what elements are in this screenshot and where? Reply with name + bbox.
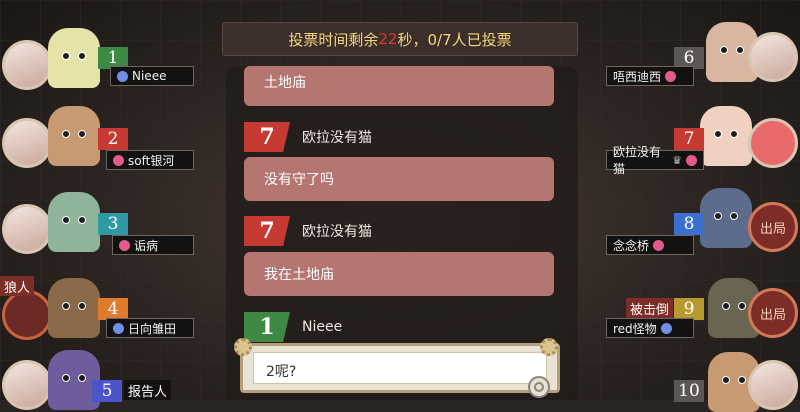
seat-number: 9: [674, 298, 704, 320]
reporter-tag: 报告人: [124, 380, 172, 400]
chat-seat-number: 7: [244, 216, 290, 246]
avatar[interactable]: [2, 290, 52, 340]
chat-sender-name: Nieee: [302, 319, 343, 335]
chat-seat-number: 7: [244, 122, 290, 152]
seat-number: 7: [674, 128, 704, 150]
gear-ornament-icon: [234, 338, 252, 356]
player-name-bar: 唔西迪西: [606, 66, 694, 86]
seat-number: 5: [92, 380, 122, 402]
male-icon: [113, 322, 124, 334]
character-sprite: [48, 106, 100, 166]
chat-message-header: 7 欧拉没有猫: [244, 216, 372, 246]
out-badge: 出局: [748, 202, 798, 252]
player-name: soft银河: [128, 153, 175, 168]
avatar[interactable]: [2, 360, 52, 410]
female-icon: [653, 239, 665, 251]
emoji-wheel-icon[interactable]: [528, 376, 550, 398]
seat-number: 8: [674, 213, 704, 235]
player-name: 唔西迪西: [613, 69, 662, 84]
avatar[interactable]: [748, 360, 798, 410]
chat-text: 没有守了吗: [264, 172, 334, 188]
male-icon: [117, 70, 128, 82]
female-icon: [119, 239, 130, 251]
role-tag: 狼人: [0, 276, 35, 296]
avatar[interactable]: [2, 204, 52, 254]
chat-sender-name: 欧拉没有猫: [302, 130, 372, 146]
chat-seat-number: 1: [244, 312, 290, 342]
chat-message-header: 1 Nieee: [244, 312, 342, 342]
player-name-bar: 日向雏田: [106, 318, 194, 338]
seat-number: 3: [98, 213, 128, 235]
avatar[interactable]: [748, 32, 798, 82]
vote-timer-seconds: 22: [378, 30, 398, 48]
player-name: 日向雏田: [128, 321, 177, 336]
chat-input-frame: 2呢?: [240, 343, 560, 393]
player-name-bar: soft银河: [106, 150, 194, 170]
chat-input[interactable]: 2呢?: [253, 352, 547, 384]
player-name-bar: red怪物: [606, 318, 694, 338]
knocked-down-tag: 被击倒: [626, 298, 674, 318]
out-badge: 出局: [748, 288, 798, 338]
player-name: red怪物: [613, 321, 657, 336]
player-name: Nieee: [132, 69, 167, 83]
chat-bubble: 我在土地庙: [244, 252, 554, 296]
character-sprite: [700, 188, 752, 248]
player-name: 念念桥: [613, 238, 650, 253]
player-name-bar: Nieee: [110, 66, 194, 86]
vote-timer-suffix: 秒，0/7人已投票: [397, 30, 512, 49]
avatar[interactable]: [748, 118, 798, 168]
female-icon: [665, 70, 677, 82]
chat-message-header: 7 欧拉没有猫: [244, 122, 372, 152]
gear-ornament-icon: [540, 338, 558, 356]
chat-text: 土地庙: [264, 75, 306, 91]
player-name-bar: 念念桥: [606, 235, 694, 255]
vote-timer-banner: 投票时间剩余 22 秒，0/7人已投票: [222, 22, 578, 56]
avatar[interactable]: [2, 118, 52, 168]
seat-number: 2: [98, 128, 128, 150]
chat-sender-name: 欧拉没有猫: [302, 224, 372, 240]
chat-bubble-partial: 土地庙: [244, 66, 554, 106]
male-icon: [660, 322, 672, 334]
female-icon: [113, 154, 124, 166]
player-name: 欧拉没有猫: [613, 145, 662, 176]
character-sprite: [700, 106, 752, 166]
player-name: 诟病: [134, 238, 159, 253]
character-sprite: [48, 278, 100, 338]
chat-text: 我在土地庙: [264, 267, 334, 283]
character-sprite: [48, 192, 100, 252]
avatar[interactable]: [2, 40, 52, 90]
seat-number: 4: [98, 298, 128, 320]
vote-timer-prefix: 投票时间剩余: [288, 30, 379, 49]
crown-icon: ♛: [672, 153, 682, 167]
character-sprite: [48, 28, 100, 88]
player-name-bar: 诟病: [112, 235, 194, 255]
seat-number: 10: [674, 380, 704, 402]
chat-bubble: 没有守了吗: [244, 157, 554, 201]
female-icon: [686, 154, 697, 166]
player-name-bar: 欧拉没有猫 ♛: [606, 145, 704, 176]
